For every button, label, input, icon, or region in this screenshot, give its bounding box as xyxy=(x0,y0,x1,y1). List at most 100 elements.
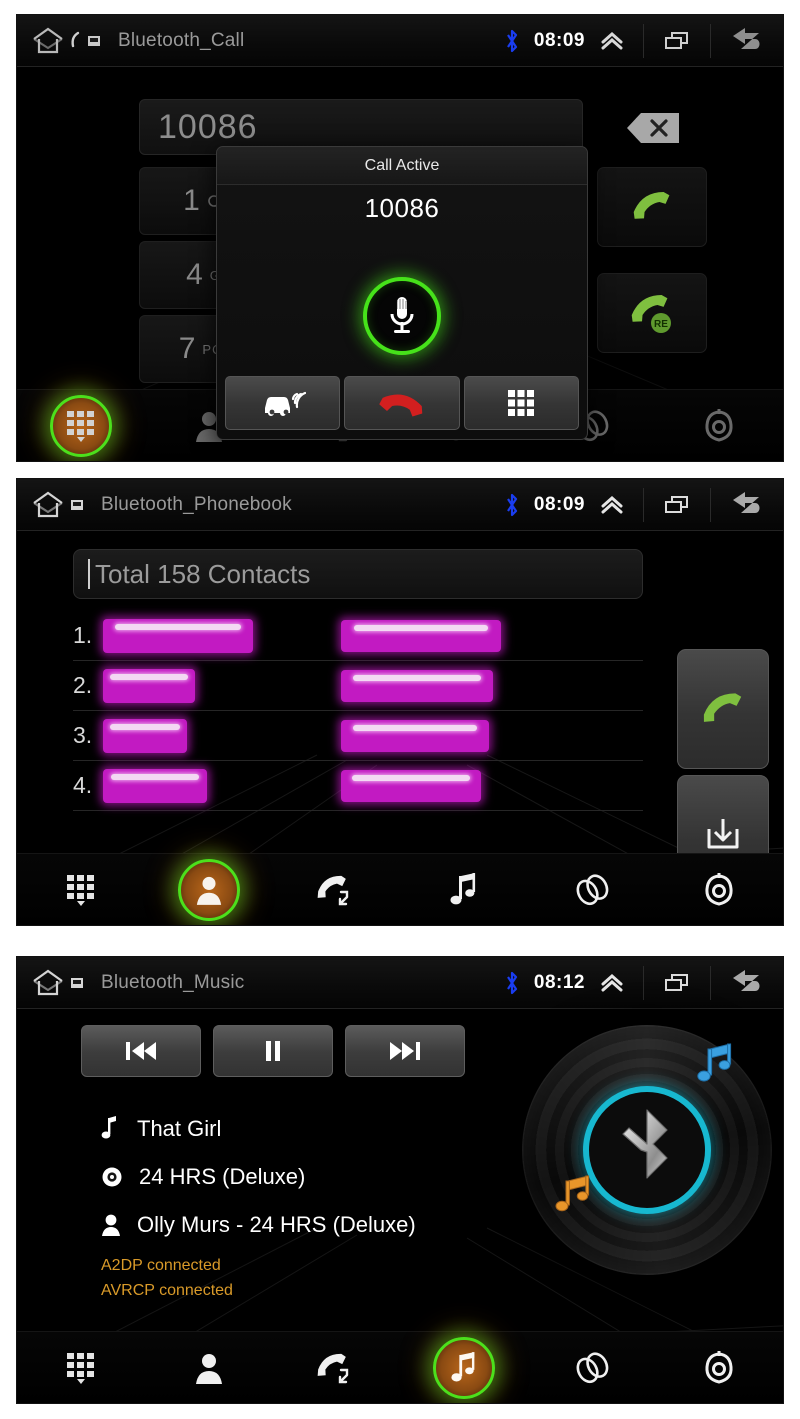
album-artwork-disc xyxy=(522,1025,772,1275)
clock: 08:12 xyxy=(533,971,585,993)
call-history-icon xyxy=(316,1349,356,1387)
dialog-number: 10086 xyxy=(364,193,440,223)
contact-name-redacted xyxy=(103,618,253,653)
dialpad-icon xyxy=(65,409,97,443)
nav-contacts[interactable] xyxy=(145,1332,273,1404)
nav-music[interactable] xyxy=(400,1332,528,1404)
titlebar-right-icons: 08:09 xyxy=(504,23,777,58)
contact-row[interactable]: 4. xyxy=(73,761,643,811)
redial-button[interactable]: RE xyxy=(597,273,707,353)
contact-row[interactable]: 2. xyxy=(73,661,643,711)
keypad-button[interactable] xyxy=(463,376,579,430)
nav-settings[interactable] xyxy=(655,390,783,462)
contact-name-redacted xyxy=(103,768,207,803)
contact-name-redacted xyxy=(103,718,187,753)
search-input[interactable]: Total 158 Contacts xyxy=(73,549,643,599)
track-album-row: 24 HRS (Deluxe) xyxy=(101,1153,521,1201)
collapse-up-icon[interactable] xyxy=(599,972,625,994)
call-history-icon xyxy=(316,871,356,909)
disc-icon xyxy=(101,1166,123,1188)
titlebar: Bluetooth_Music 08:12 xyxy=(17,957,783,1009)
recent-apps-icon[interactable] xyxy=(662,493,692,517)
music-note-icon xyxy=(449,872,479,908)
nav-link[interactable] xyxy=(528,854,656,926)
link-icon xyxy=(570,1351,614,1384)
home-icon[interactable] xyxy=(31,26,65,56)
music-note-icon xyxy=(101,1116,121,1142)
track-title: That Girl xyxy=(137,1116,222,1141)
nav-dialpad[interactable] xyxy=(17,854,145,926)
contact-row[interactable]: 1. xyxy=(73,611,643,661)
nav-settings[interactable] xyxy=(655,854,783,926)
gear-icon xyxy=(702,408,736,444)
nav-selected-highlight xyxy=(49,394,112,457)
next-track-button[interactable] xyxy=(345,1025,465,1077)
collapse-up-icon[interactable] xyxy=(599,494,625,516)
svg-text:RE: RE xyxy=(654,319,668,330)
titlebar-divider-2 xyxy=(710,23,711,58)
contact-index: 2. xyxy=(73,672,93,698)
previous-track-button[interactable] xyxy=(81,1025,201,1077)
recent-apps-icon[interactable] xyxy=(662,971,692,995)
skip-forward-icon xyxy=(386,1038,424,1064)
home-icon[interactable] xyxy=(31,490,65,520)
dialpad-icon xyxy=(65,873,97,907)
contact-number-redacted xyxy=(341,619,501,652)
titlebar-divider-2 xyxy=(710,965,711,1000)
panel-bluetooth-phonebook: Bluetooth_Phonebook 08:09 Total 158 Cont… xyxy=(16,478,784,926)
titlebar-left-icons: Bluetooth_Call xyxy=(31,26,244,56)
dial-button[interactable] xyxy=(597,167,707,247)
sd-card-icon xyxy=(69,497,85,513)
pause-icon xyxy=(262,1038,284,1064)
nav-settings[interactable] xyxy=(655,1332,783,1404)
pause-button[interactable] xyxy=(213,1025,333,1077)
sd-card-icon xyxy=(69,975,85,991)
nav-call-history[interactable] xyxy=(272,1332,400,1404)
contact-number-redacted xyxy=(341,669,493,702)
contact-row[interactable]: 3. xyxy=(73,711,643,761)
back-icon[interactable] xyxy=(729,490,771,520)
dialpad-icon xyxy=(65,1351,97,1385)
contact-index: 4. xyxy=(73,772,93,798)
call-contact-button[interactable] xyxy=(677,649,769,769)
track-title-row: That Girl xyxy=(101,1105,521,1153)
nav-dialpad[interactable] xyxy=(17,1332,145,1404)
recent-apps-icon[interactable] xyxy=(662,29,692,53)
titlebar-divider-2 xyxy=(710,487,711,522)
page-title: Bluetooth_Call xyxy=(118,29,245,51)
hang-up-button[interactable] xyxy=(344,376,460,430)
nav-contacts[interactable] xyxy=(145,854,273,926)
skip-back-icon xyxy=(122,1038,160,1064)
transfer-to-car-button[interactable] xyxy=(225,376,341,430)
bluetooth-icon xyxy=(504,971,520,995)
nav-link[interactable] xyxy=(528,1332,656,1404)
collapse-up-icon[interactable] xyxy=(599,30,625,52)
link-icon xyxy=(570,873,614,906)
phone-status-icon xyxy=(69,30,82,52)
bluetooth-disc-icon xyxy=(583,1086,711,1214)
screenshot-root: Bluetooth_Call 08:09 10086 1 4 7 RE Call… xyxy=(0,0,800,1419)
download-tray-icon xyxy=(701,813,745,857)
back-icon[interactable] xyxy=(729,968,771,998)
clock: 08:09 xyxy=(533,493,585,515)
track-artist-row: Olly Murs - 24 HRS (Deluxe) xyxy=(101,1201,521,1249)
music-note-blue-icon xyxy=(692,1043,740,1089)
nav-music[interactable] xyxy=(400,854,528,926)
dialog-actions xyxy=(225,376,579,430)
nav-call-history[interactable] xyxy=(272,854,400,926)
back-icon[interactable] xyxy=(729,26,771,56)
page-title: Bluetooth_Music xyxy=(101,971,245,993)
bluetooth-icon xyxy=(504,29,520,53)
microphone-button[interactable] xyxy=(363,277,441,355)
bottom-navbar xyxy=(17,853,783,925)
keypad-grid-icon xyxy=(506,388,536,418)
contact-index: 3. xyxy=(73,722,93,748)
contact-index: 1. xyxy=(73,622,93,648)
music-note-icon xyxy=(450,1351,478,1385)
sd-card-icon xyxy=(86,33,102,49)
home-icon[interactable] xyxy=(31,968,65,998)
backspace-button[interactable] xyxy=(625,111,681,145)
contact-icon xyxy=(194,1350,224,1386)
nav-dialpad[interactable] xyxy=(17,390,145,462)
titlebar-left-icons: Bluetooth_Music xyxy=(31,968,244,998)
